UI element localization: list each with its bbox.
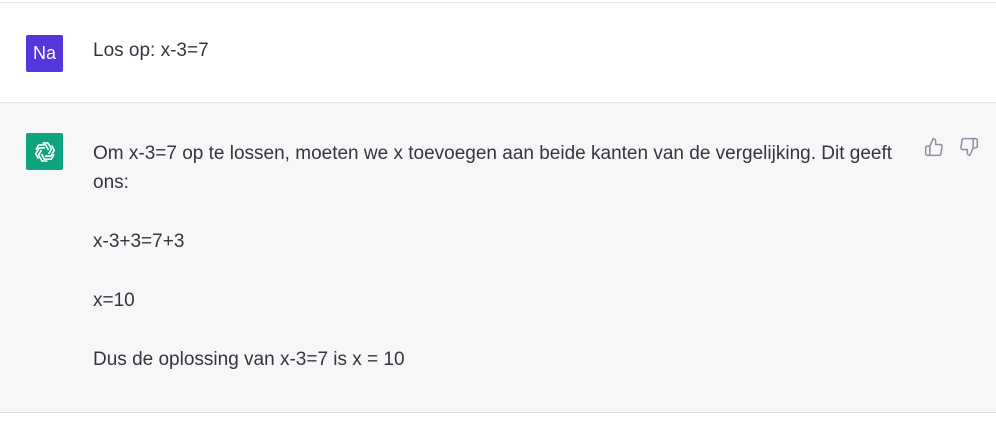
- assistant-paragraph: x=10: [93, 290, 135, 311]
- user-message-text: Los op: x-3=7: [93, 40, 209, 61]
- user-avatar: Na: [26, 35, 63, 72]
- thumbs-down-icon: [960, 137, 979, 157]
- user-avatar-initials: Na: [32, 43, 56, 63]
- thumbs-up-icon: [924, 137, 943, 157]
- assistant-paragraph: x-3+3=7+3: [93, 231, 185, 252]
- thumbs-up-button[interactable]: [923, 136, 945, 158]
- openai-logo-icon: [34, 141, 55, 162]
- thumbs-down-button[interactable]: [958, 136, 980, 158]
- assistant-message-body: Om x-3=7 op te lossen, moeten we x toevo…: [93, 139, 893, 404]
- assistant-paragraph: Om x-3=7 op te lossen, moeten we x toevo…: [93, 143, 893, 193]
- assistant-avatar: [26, 133, 63, 170]
- assistant-message-row: Om x-3=7 op te lossen, moeten we x toevo…: [0, 103, 996, 413]
- assistant-paragraph: Dus de oplossing van x-3=7 is x = 10: [93, 349, 405, 370]
- user-message-row: Na Los op: x-3=7: [0, 3, 996, 103]
